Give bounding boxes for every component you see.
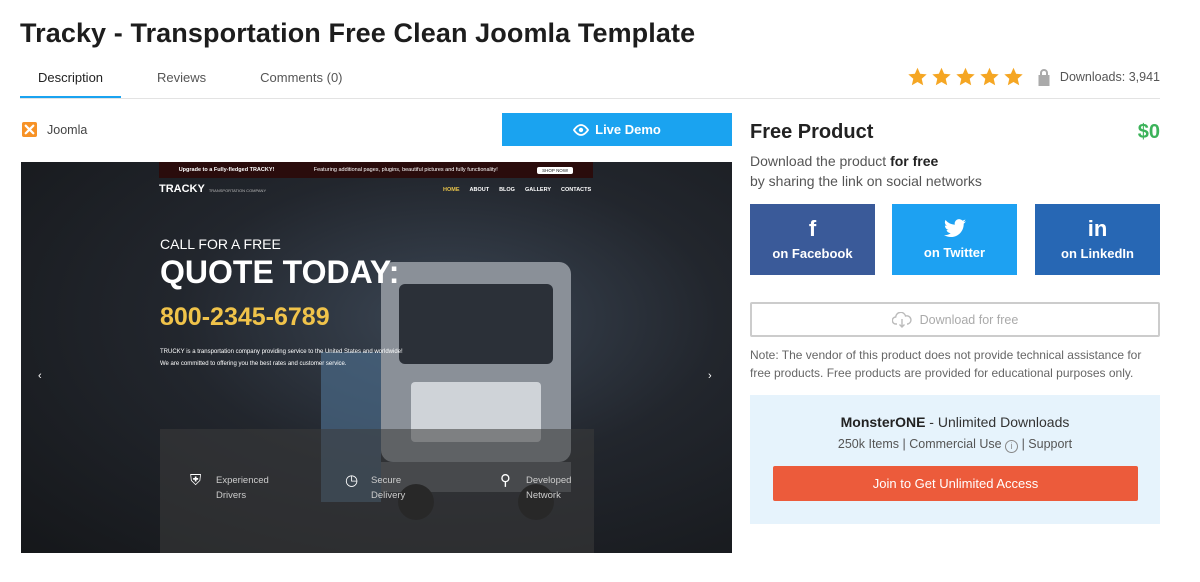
- free-product-subtitle-line2: by sharing the link on social networks: [750, 173, 982, 189]
- feature-line1: Developed: [526, 475, 572, 486]
- star-icon: [1004, 67, 1023, 86]
- feature-line2: Network: [526, 490, 561, 501]
- prev-arrow-icon: ‹: [38, 370, 42, 382]
- share-twitter-label: on Twitter: [923, 245, 986, 260]
- hero-description-line2: We are committed to offering you the bes…: [160, 361, 347, 367]
- hero-description-line1: TRUCKY is a transportation company provi…: [160, 349, 403, 355]
- preview-brand-name: TRACKY: [159, 183, 205, 195]
- join-unlimited-access-button[interactable]: Join to Get Unlimited Access: [773, 466, 1138, 501]
- preview-brand-tagline: TRANSPORTATION COMPANY: [208, 188, 267, 193]
- share-linkedin-button[interactable]: in on LinkedIn: [1035, 204, 1160, 275]
- clock-icon: ◷: [345, 472, 359, 489]
- share-facebook-label: on Facebook: [772, 246, 853, 261]
- monsterone-sub-suffix: | Support: [1018, 437, 1073, 451]
- monsterone-title: MonsterONE - Unlimited Downloads: [750, 414, 1160, 430]
- preview-nav-home: HOME: [443, 187, 460, 193]
- page-title: Tracky - Transportation Free Clean Jooml…: [20, 18, 696, 48]
- subtitle-prefix: Download the product: [750, 153, 891, 169]
- monsterone-brand: MonsterONE: [840, 414, 926, 430]
- eye-icon: [573, 123, 590, 136]
- joomla-icon: [22, 122, 37, 137]
- tabs-divider: [20, 98, 1160, 99]
- feature-line2: Delivery: [371, 490, 406, 501]
- next-arrow-icon: ›: [708, 370, 712, 382]
- star-icon: [956, 67, 975, 86]
- share-linkedin-label: on LinkedIn: [1061, 246, 1134, 261]
- vendor-note: Note: The vendor of this product does no…: [750, 348, 1142, 380]
- downloads-count: Downloads: 3,941: [1059, 69, 1160, 84]
- map-pin-icon: ⚲: [500, 472, 511, 489]
- hero-description: TRUCKY is a transportation company provi…: [160, 346, 460, 370]
- monsterone-panel: MonsterONE - Unlimited Downloads 250k It…: [750, 395, 1160, 524]
- share-facebook-button[interactable]: f on Facebook: [750, 204, 875, 275]
- feature-item: ⚲ Developed Network: [500, 473, 571, 503]
- monsterone-sub-prefix: 250k Items | Commercial Use: [837, 437, 1006, 451]
- cloud-download-icon: [891, 311, 912, 328]
- feature-line1: Secure: [371, 475, 402, 486]
- feature-item: ⛨ Experienced Drivers: [190, 473, 269, 503]
- preview-nav-contacts: CONTACTS: [561, 187, 592, 193]
- tab-comments[interactable]: Comments (0): [242, 66, 360, 98]
- preview-nav-about: ABOUT: [469, 187, 490, 193]
- tab-reviews[interactable]: Reviews: [139, 66, 224, 98]
- hero-line1: CALL FOR A FREE: [160, 236, 281, 252]
- star-icon: [980, 67, 999, 86]
- free-product-title: Free Product: [750, 121, 874, 143]
- template-preview-image[interactable]: Upgrade to a Fully-fledged TRACKY! Featu…: [21, 162, 732, 553]
- preview-nav: HOME ABOUT BLOG GALLERY CONTACTS: [443, 187, 591, 193]
- facebook-icon: f: [808, 216, 817, 241]
- tab-description[interactable]: Description: [20, 66, 122, 98]
- upgrade-detail: Featuring additional pages, plugins, bea…: [313, 167, 498, 173]
- live-demo-label: Live Demo: [595, 122, 661, 137]
- product-tabs: Description Reviews Comments (0): [20, 66, 361, 98]
- download-for-free-label: Download for free: [919, 312, 1019, 327]
- star-icon: [908, 67, 927, 86]
- subtitle-bold: for free: [890, 153, 939, 169]
- monsterone-subtitle: 250k Items | Commercial Use i | Support: [750, 437, 1160, 453]
- star-icon: [932, 67, 951, 86]
- preview-nav-blog: BLOG: [499, 187, 515, 193]
- platform-tag: Joomla: [22, 122, 87, 137]
- twitter-icon: [943, 219, 966, 238]
- lock-icon: [1038, 68, 1050, 86]
- features-panel: ⛨ Experienced Drivers ◷ Secure Delivery ⚲ …: [160, 429, 594, 553]
- feature-line1: Experienced: [216, 475, 269, 486]
- info-icon[interactable]: i: [1005, 440, 1019, 453]
- upgrade-bar: Upgrade to a Fully-fledged TRACKY! Featu…: [159, 162, 593, 178]
- linkedin-icon: in: [1087, 216, 1108, 241]
- preview-brand: TRACKY TRANSPORTATION COMPANY: [159, 183, 266, 195]
- upgrade-text: Upgrade to a Fully-fledged TRACKY!: [178, 167, 275, 173]
- free-product-subtitle: Download the product for free: [750, 153, 938, 169]
- monsterone-title-suffix: - Unlimited Downloads: [925, 414, 1070, 430]
- platform-label: Joomla: [47, 122, 88, 137]
- share-twitter-button[interactable]: on Twitter: [892, 204, 1017, 275]
- feature-line2: Drivers: [216, 490, 247, 501]
- hero-phone: 800-2345-6789: [160, 303, 330, 331]
- shop-now-button: SHOP NOW!: [537, 166, 574, 174]
- product-price: $0: [1137, 121, 1160, 143]
- live-demo-button[interactable]: Live Demo: [502, 113, 732, 146]
- hero-line2: QUOTE TODAY:: [160, 254, 400, 290]
- truck-icon: ⛨: [190, 472, 202, 489]
- preview-nav-gallery: GALLERY: [524, 187, 552, 193]
- download-for-free-button[interactable]: Download for free: [750, 302, 1160, 337]
- feature-item: ◷ Secure Delivery: [345, 473, 405, 503]
- rating-block: Downloads: 3,941: [907, 66, 1160, 87]
